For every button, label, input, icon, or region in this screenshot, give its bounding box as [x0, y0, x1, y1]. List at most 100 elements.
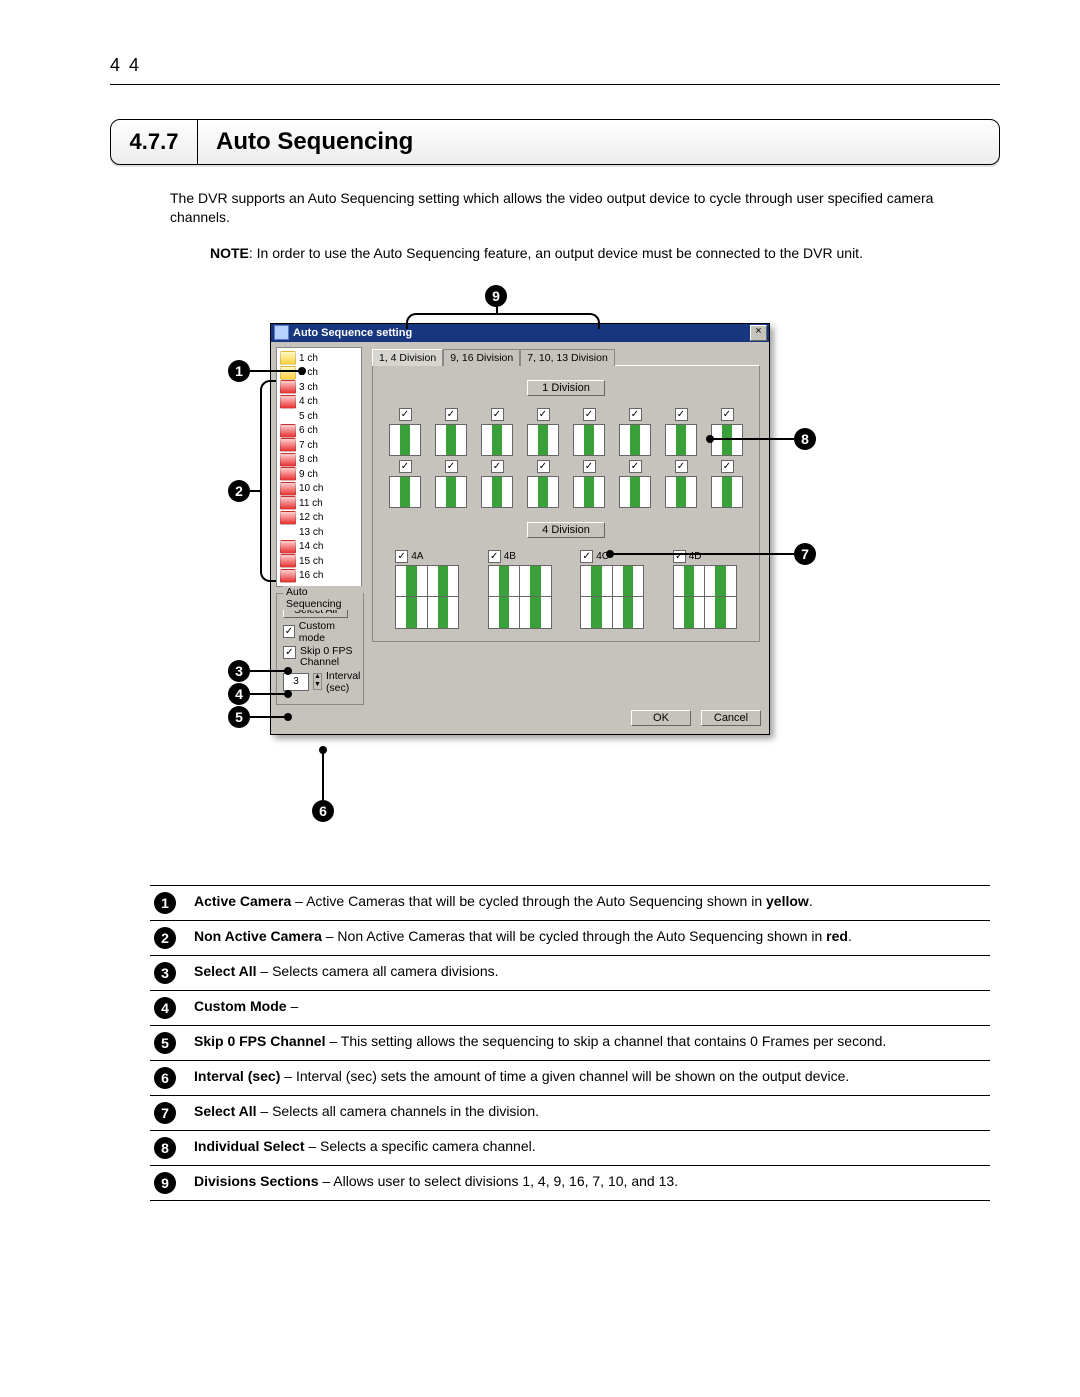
- slot-checkbox[interactable]: [491, 460, 504, 473]
- custom-mode-checkbox[interactable]: [283, 625, 295, 638]
- channel-row[interactable]: 16 ch: [280, 568, 358, 583]
- channel-row[interactable]: 8 ch: [280, 452, 358, 467]
- slot-checkbox[interactable]: [583, 460, 596, 473]
- slot-checkbox[interactable]: [445, 460, 458, 473]
- channel-row[interactable]: 5 ch: [280, 409, 358, 424]
- slot-thumbnail[interactable]: [527, 424, 559, 456]
- slot-checkbox[interactable]: [629, 408, 642, 421]
- channel-row[interactable]: 7 ch: [280, 438, 358, 453]
- channel-label: 3 ch: [299, 382, 318, 393]
- division-tab[interactable]: 1, 4 Division: [372, 349, 443, 366]
- one-division-button[interactable]: 1 Division: [527, 380, 605, 396]
- cancel-button[interactable]: Cancel: [701, 710, 761, 726]
- slot-thumbnail[interactable]: [711, 424, 743, 456]
- auto-sequence-window: Auto Sequence setting × 1 ch2 ch3 ch4 ch…: [270, 323, 770, 735]
- four-division-button[interactable]: 4 Division: [527, 522, 605, 538]
- channel-row[interactable]: 14 ch: [280, 539, 358, 554]
- legend-text: Skip 0 FPS Channel – This setting allows…: [194, 1032, 990, 1051]
- slot-thumbnail[interactable]: [435, 424, 467, 456]
- channel-slot: [481, 460, 513, 508]
- slot-thumbnail[interactable]: [619, 476, 651, 508]
- channel-row[interactable]: 11 ch: [280, 496, 358, 511]
- interval-spinner[interactable]: ▲▼: [313, 673, 322, 690]
- four-division-checkbox[interactable]: [673, 550, 686, 563]
- four-division-checkbox[interactable]: [488, 550, 501, 563]
- slot-checkbox[interactable]: [537, 460, 550, 473]
- legend-text: Non Active Camera – Non Active Cameras t…: [194, 927, 990, 946]
- legend-item: 3Select All – Selects camera all camera …: [150, 955, 990, 990]
- slot-checkbox[interactable]: [721, 460, 734, 473]
- slot-thumbnail[interactable]: [619, 424, 651, 456]
- four-division-quad[interactable]: [488, 565, 552, 629]
- slot-thumbnail[interactable]: [389, 476, 421, 508]
- division-tab[interactable]: 7, 10, 13 Division: [520, 349, 615, 366]
- four-division-checkbox[interactable]: [580, 550, 593, 563]
- channel-label: 1 ch: [299, 353, 318, 364]
- slot-thumbnail[interactable]: [665, 476, 697, 508]
- legend-text: Select All – Selects camera all camera d…: [194, 962, 990, 981]
- top-rule: [110, 84, 1000, 85]
- note-prefix: NOTE: [210, 245, 249, 261]
- group-legend: Auto Sequencing: [283, 586, 363, 610]
- slot-checkbox[interactable]: [491, 408, 504, 421]
- channel-label: 9 ch: [299, 469, 318, 480]
- legend-text: Custom Mode –: [194, 997, 990, 1016]
- slot-thumbnail[interactable]: [573, 424, 605, 456]
- channel-label: 10 ch: [299, 483, 323, 494]
- channel-slot: [665, 408, 697, 456]
- camera-icon: [280, 467, 296, 481]
- camera-icon: [280, 453, 296, 467]
- slot-checkbox[interactable]: [399, 460, 412, 473]
- channel-row[interactable]: 15 ch: [280, 554, 358, 569]
- slot-checkbox[interactable]: [629, 460, 642, 473]
- channel-label: 7 ch: [299, 440, 318, 451]
- slot-thumbnail[interactable]: [711, 476, 743, 508]
- channel-slot: [435, 408, 467, 456]
- callout-2: 2: [228, 480, 250, 502]
- four-division-quad[interactable]: [673, 565, 737, 629]
- channel-row[interactable]: 3 ch: [280, 380, 358, 395]
- legend-text: Active Camera – Active Cameras that will…: [194, 892, 990, 911]
- slot-checkbox[interactable]: [399, 408, 412, 421]
- legend-item: 9Divisions Sections – Allows user to sel…: [150, 1165, 990, 1201]
- four-division-quad[interactable]: [580, 565, 644, 629]
- slot-thumbnail[interactable]: [435, 476, 467, 508]
- channel-row[interactable]: 6 ch: [280, 423, 358, 438]
- slot-checkbox[interactable]: [537, 408, 550, 421]
- camera-icon: [280, 395, 296, 409]
- interval-input[interactable]: [283, 673, 309, 691]
- legend-number-icon: 7: [154, 1102, 176, 1124]
- callout-8: 8: [794, 428, 816, 450]
- callout-3: 3: [228, 660, 250, 682]
- ok-button[interactable]: OK: [631, 710, 691, 726]
- slot-thumbnail[interactable]: [527, 476, 559, 508]
- channel-row[interactable]: 4 ch: [280, 394, 358, 409]
- channel-row[interactable]: 12 ch: [280, 510, 358, 525]
- slot-checkbox[interactable]: [675, 460, 688, 473]
- close-button[interactable]: ×: [750, 325, 767, 341]
- slot-thumbnail[interactable]: [573, 476, 605, 508]
- four-division-quad[interactable]: [395, 565, 459, 629]
- slot-checkbox[interactable]: [583, 408, 596, 421]
- slot-thumbnail[interactable]: [389, 424, 421, 456]
- channel-row[interactable]: 9 ch: [280, 467, 358, 482]
- legend-number-icon: 5: [154, 1032, 176, 1054]
- channel-row[interactable]: 10 ch: [280, 481, 358, 496]
- channel-label: 11 ch: [299, 498, 323, 509]
- slot-checkbox[interactable]: [675, 408, 688, 421]
- slot-thumbnail[interactable]: [665, 424, 697, 456]
- channel-row[interactable]: 1 ch: [280, 351, 358, 366]
- channel-row[interactable]: 13 ch: [280, 525, 358, 540]
- channel-row[interactable]: 2 ch: [280, 365, 358, 380]
- one-division-row-2: [389, 460, 743, 508]
- slot-checkbox[interactable]: [445, 408, 458, 421]
- slot-thumbnail[interactable]: [481, 424, 513, 456]
- legend-number-icon: 4: [154, 997, 176, 1019]
- slot-thumbnail[interactable]: [481, 476, 513, 508]
- callout-7: 7: [794, 543, 816, 565]
- four-division-checkbox[interactable]: [395, 550, 408, 563]
- division-tab[interactable]: 9, 16 Division: [443, 349, 520, 366]
- slot-checkbox[interactable]: [721, 408, 734, 421]
- skip0fps-checkbox[interactable]: [283, 646, 296, 659]
- legend-item: 4 Custom Mode –: [150, 990, 990, 1025]
